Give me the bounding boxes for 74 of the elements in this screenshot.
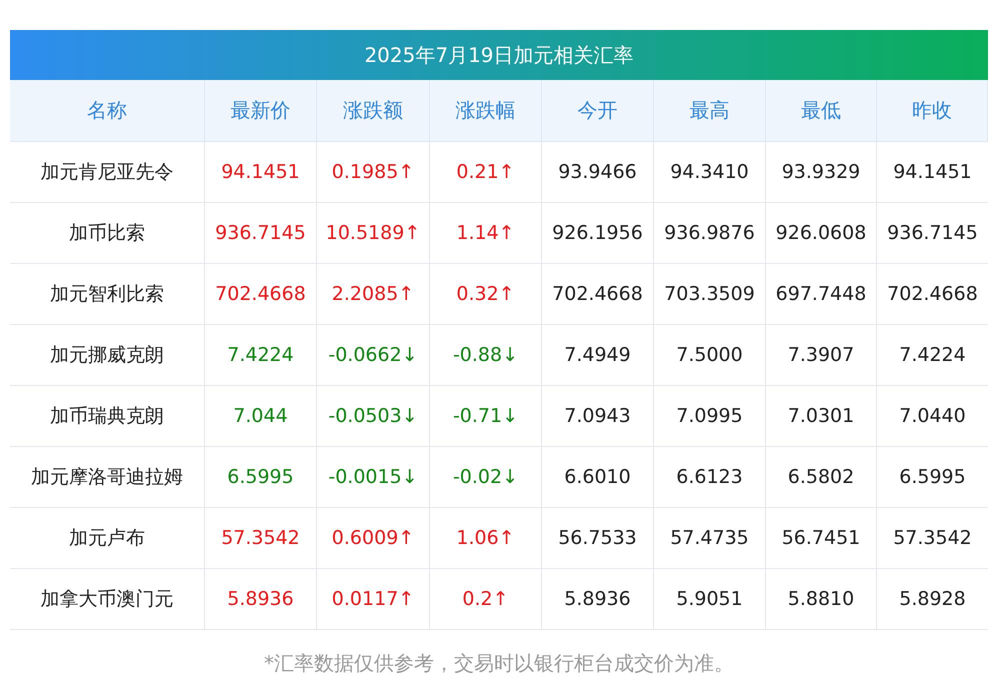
table-cell: -0.0662↓ bbox=[317, 325, 430, 386]
table-cell: 697.7448 bbox=[766, 264, 877, 325]
table-cell: 7.0440 bbox=[877, 386, 988, 447]
table-cell: 703.3509 bbox=[654, 264, 766, 325]
column-header: 最高 bbox=[654, 80, 766, 142]
table-cell: 1.14↑ bbox=[430, 203, 542, 264]
table-cell: 1.06↑ bbox=[430, 508, 542, 569]
table-title: 2025年7月19日加元相关汇率 bbox=[10, 30, 988, 80]
table-cell: 加元智利比索 bbox=[10, 264, 205, 325]
table-cell: 加币瑞典克朗 bbox=[10, 386, 205, 447]
table-cell: 0.0117↑ bbox=[317, 569, 430, 630]
column-header: 最新价 bbox=[205, 80, 317, 142]
table-cell: 加元卢布 bbox=[10, 508, 205, 569]
table-cell: 7.0301 bbox=[766, 386, 877, 447]
table-cell: 926.1956 bbox=[542, 203, 654, 264]
table-cell: 936.9876 bbox=[654, 203, 766, 264]
table-cell: 6.5802 bbox=[766, 447, 877, 508]
table-cell: 702.4668 bbox=[205, 264, 317, 325]
column-header: 昨收 bbox=[877, 80, 988, 142]
table-cell: 7.4224 bbox=[205, 325, 317, 386]
table-cell: 936.7145 bbox=[205, 203, 317, 264]
table-cell: 94.3410 bbox=[654, 142, 766, 203]
table-cell: 加元摩洛哥迪拉姆 bbox=[10, 447, 205, 508]
column-header: 涨跌额 bbox=[317, 80, 430, 142]
table-cell: -0.71↓ bbox=[430, 386, 542, 447]
table-cell: 6.5995 bbox=[877, 447, 988, 508]
table-cell: -0.02↓ bbox=[430, 447, 542, 508]
table-cell: 936.7145 bbox=[877, 203, 988, 264]
column-header: 名称 bbox=[10, 80, 205, 142]
table-cell: 5.8928 bbox=[877, 569, 988, 630]
table-cell: 0.2↑ bbox=[430, 569, 542, 630]
table-cell: 7.0995 bbox=[654, 386, 766, 447]
table-cell: 加元挪威克朗 bbox=[10, 325, 205, 386]
table-cell: 7.0943 bbox=[542, 386, 654, 447]
table-cell: 93.9466 bbox=[542, 142, 654, 203]
table-cell: 702.4668 bbox=[877, 264, 988, 325]
table-cell: 56.7533 bbox=[542, 508, 654, 569]
table-cell: 7.3907 bbox=[766, 325, 877, 386]
table-cell: 2.2085↑ bbox=[317, 264, 430, 325]
table-cell: 6.6123 bbox=[654, 447, 766, 508]
table-cell: 0.21↑ bbox=[430, 142, 542, 203]
table-cell: 0.32↑ bbox=[430, 264, 542, 325]
table-cell: 56.7451 bbox=[766, 508, 877, 569]
table-cell: 7.4224 bbox=[877, 325, 988, 386]
table-cell: 加币比索 bbox=[10, 203, 205, 264]
column-header: 最低 bbox=[766, 80, 877, 142]
table-cell: 7.044 bbox=[205, 386, 317, 447]
table-cell: 加拿大币澳门元 bbox=[10, 569, 205, 630]
column-header: 涨跌幅 bbox=[430, 80, 542, 142]
table-cell: 94.1451 bbox=[205, 142, 317, 203]
table-cell: 5.8810 bbox=[766, 569, 877, 630]
table-cell: -0.0015↓ bbox=[317, 447, 430, 508]
table-cell: 5.9051 bbox=[654, 569, 766, 630]
table-cell: 10.5189↑ bbox=[317, 203, 430, 264]
column-header: 今开 bbox=[542, 80, 654, 142]
table-cell: 926.0608 bbox=[766, 203, 877, 264]
table-cell: 57.3542 bbox=[877, 508, 988, 569]
table-cell: 0.6009↑ bbox=[317, 508, 430, 569]
table-cell: -0.0503↓ bbox=[317, 386, 430, 447]
table-cell: 7.5000 bbox=[654, 325, 766, 386]
table-cell: 93.9329 bbox=[766, 142, 877, 203]
table-cell: 6.5995 bbox=[205, 447, 317, 508]
table-cell: 加元肯尼亚先令 bbox=[10, 142, 205, 203]
table-cell: 7.4949 bbox=[542, 325, 654, 386]
table-cell: 0.1985↑ bbox=[317, 142, 430, 203]
footnote: *汇率数据仅供参考，交易时以银行柜台成交价为准。 bbox=[263, 650, 735, 677]
table-cell: 6.6010 bbox=[542, 447, 654, 508]
table-cell: 57.3542 bbox=[205, 508, 317, 569]
table-cell: -0.88↓ bbox=[430, 325, 542, 386]
table-cell: 94.1451 bbox=[877, 142, 988, 203]
table-cell: 57.4735 bbox=[654, 508, 766, 569]
table-cell: 5.8936 bbox=[205, 569, 317, 630]
table-cell: 702.4668 bbox=[542, 264, 654, 325]
table-cell: 5.8936 bbox=[542, 569, 654, 630]
